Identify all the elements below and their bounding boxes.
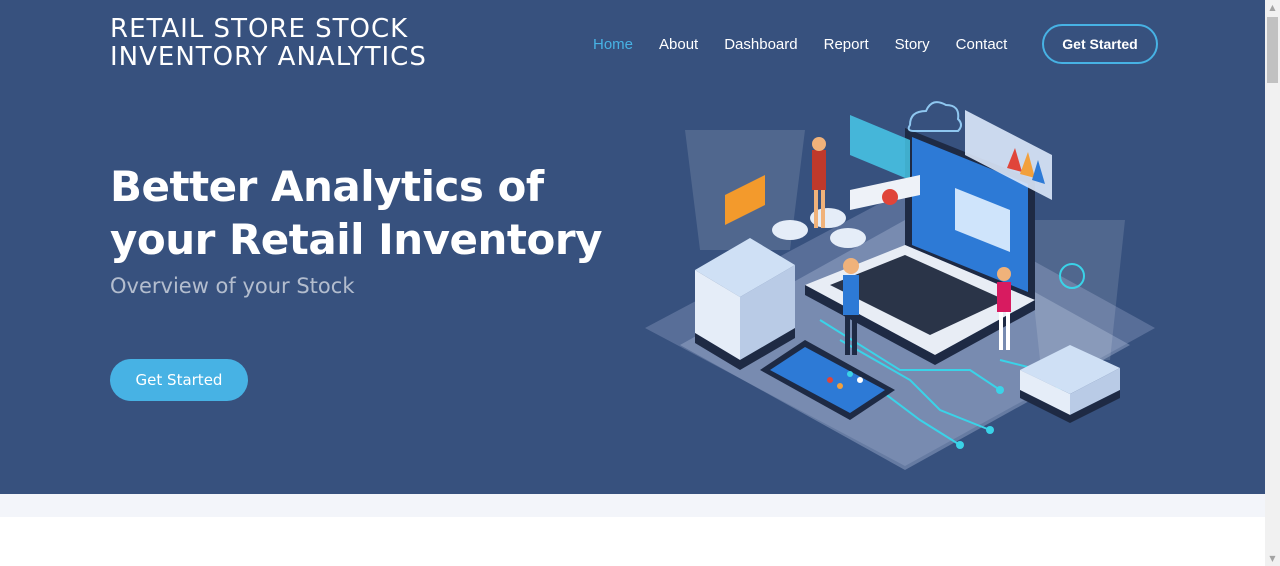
hero-section: RETAIL STORE STOCK INVENTORY ANALYTICS H… [0, 0, 1265, 494]
nav-item-contact[interactable]: Contact [956, 36, 1008, 53]
floating-cyan-panel [850, 115, 910, 180]
nav-get-started-button[interactable]: Get Started [1042, 24, 1158, 64]
nav-item-about[interactable]: About [659, 36, 698, 53]
nav-item-dashboard[interactable]: Dashboard [724, 36, 797, 53]
site-logo[interactable]: RETAIL STORE STOCK INVENTORY ANALYTICS [110, 15, 470, 71]
main-nav: Home About Dashboard Report Story Contac… [580, 25, 1020, 63]
nav-item-home[interactable]: Home [593, 36, 633, 53]
hero-get-started-button[interactable]: Get Started [110, 359, 248, 401]
scroll-thumb[interactable] [1267, 17, 1278, 83]
database-cylinder [772, 220, 808, 240]
pie-chart [882, 189, 898, 205]
scroll-down-icon[interactable]: ▼ [1265, 551, 1280, 566]
hero-subtitle: Overview of your Stock [110, 274, 355, 298]
cloud-icon [907, 101, 962, 132]
nav-item-report[interactable]: Report [824, 36, 869, 53]
page-scrollbar[interactable]: ▲ ▼ [1265, 0, 1280, 566]
hero-title: Better Analytics of your Retail Inventor… [110, 162, 602, 264]
nav-item-story[interactable]: Story [895, 36, 930, 53]
section-divider [0, 494, 1265, 517]
scroll-up-icon[interactable]: ▲ [1265, 0, 1280, 15]
database-cylinder [830, 228, 866, 248]
light-beam-right [1025, 220, 1125, 360]
analytics-illustration [645, 101, 1155, 470]
